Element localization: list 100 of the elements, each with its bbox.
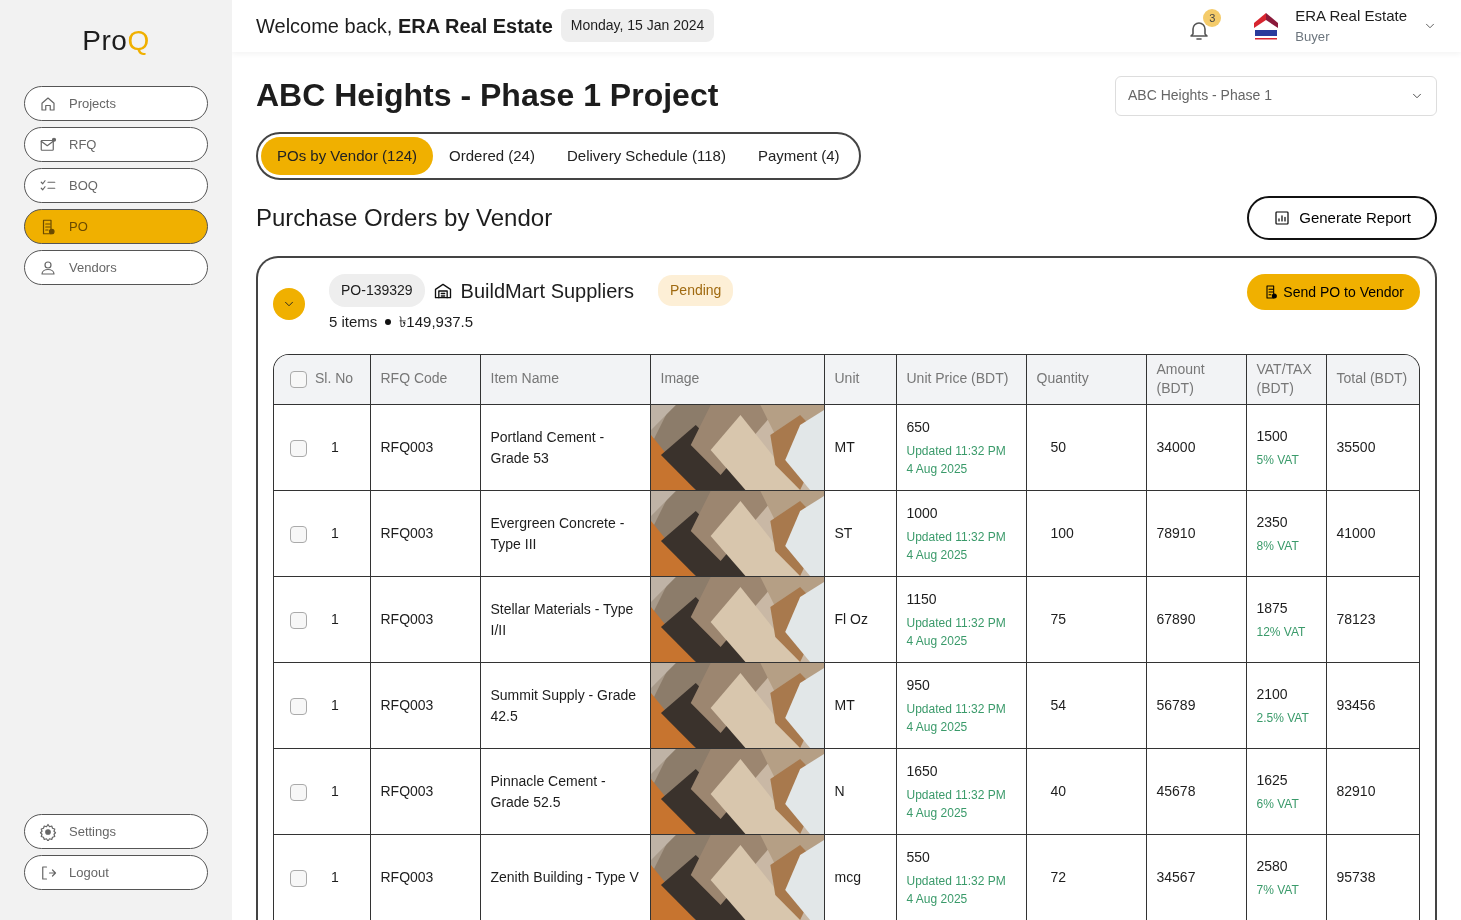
- table-cell: 1: [331, 697, 339, 713]
- table-cell: 72: [1050, 869, 1067, 885]
- tab[interactable]: Ordered (24): [433, 136, 551, 175]
- table-cell-text: 550: [906, 848, 931, 867]
- table-cell-text: 1875: [1256, 599, 1289, 618]
- table-cell-text: 2350: [1256, 513, 1289, 532]
- select-all-checkbox[interactable]: [290, 371, 307, 389]
- column-header: Image: [660, 370, 700, 387]
- row-checkbox[interactable]: [290, 783, 307, 801]
- table-cell: Stellar Materials - Type I/II: [490, 600, 634, 638]
- updated-text: Updated 11:32 PM 4 Aug 2025: [906, 443, 1007, 478]
- table-cell: 1: [331, 439, 339, 455]
- table-cell: 78123: [1336, 611, 1376, 627]
- table-cell-text: 1000: [906, 504, 939, 523]
- sidebar-item[interactable]: Projects: [24, 86, 208, 121]
- table-cell: RFQ003: [380, 439, 434, 455]
- table-cell-text: 1500: [1256, 427, 1289, 446]
- updated-text: Updated 11:32 PM 4 Aug 2025: [906, 701, 1007, 736]
- column-header: RFQ Code: [380, 370, 448, 387]
- table-cell: Portland Cement - Grade 53: [490, 428, 605, 466]
- logout-icon: [39, 863, 57, 882]
- table-cell: RFQ003: [380, 869, 434, 885]
- table-cell: MT: [834, 439, 855, 455]
- table-cell: 56789: [1156, 697, 1196, 713]
- vat-rate-text: 12% VAT: [1256, 624, 1307, 641]
- vat-rate-text: 5% VAT: [1256, 452, 1300, 469]
- row-checkbox[interactable]: [290, 525, 307, 543]
- table-cell: Zenith Building - Type V: [490, 869, 639, 885]
- sidebar-item[interactable]: RFQ: [24, 127, 208, 162]
- page-title: ABC Heights - Phase 1 Project: [256, 76, 719, 115]
- table-cell: 93456: [1336, 697, 1376, 713]
- table-cell: MT: [834, 697, 855, 713]
- updated-text: Updated 11:32 PM 4 Aug 2025: [906, 787, 1007, 822]
- table-cell-text: 650: [906, 418, 931, 437]
- vat-rate-text: 2.5% VAT: [1256, 710, 1310, 727]
- table-cell: RFQ003: [380, 697, 434, 713]
- table-cell: RFQ003: [380, 611, 434, 627]
- row-checkbox[interactable]: [290, 869, 307, 887]
- table-cell: 1: [331, 525, 339, 541]
- table-cell: Evergreen Concrete - Type III: [490, 514, 625, 552]
- tab[interactable]: Payment (4): [741, 136, 856, 175]
- column-header: Unit: [834, 370, 860, 387]
- table-cell: RFQ003: [380, 783, 434, 799]
- table-cell: Summit Supply - Grade 42.5: [490, 686, 636, 724]
- send-po-button[interactable]: Send PO to Vendor: [1247, 274, 1420, 310]
- sidebar-item[interactable]: BOQ: [24, 168, 208, 203]
- table-cell-text: 1150: [906, 590, 938, 609]
- sidebar-item[interactable]: Settings: [24, 814, 208, 849]
- table-cell: 78910: [1156, 525, 1196, 541]
- user-role: Buyer: [1295, 28, 1331, 47]
- table-cell: 95738: [1336, 869, 1376, 885]
- section-title: Purchase Orders by Vendor: [256, 203, 553, 233]
- vat-rate-text: 6% VAT: [1256, 796, 1300, 813]
- sidebar-item[interactable]: PO: [24, 209, 208, 244]
- notification-badge: 3: [1203, 9, 1222, 28]
- tab[interactable]: POs by Vendor (124): [261, 136, 434, 175]
- table-cell: 75: [1050, 611, 1067, 627]
- item-count: 5 items: [329, 312, 378, 332]
- table-cell: 67890: [1156, 611, 1196, 627]
- generate-report-button[interactable]: Generate Report: [1247, 196, 1437, 240]
- sidebar-item[interactable]: Logout: [24, 855, 208, 890]
- status-badge: Pending: [658, 275, 734, 306]
- tab[interactable]: Delivery Schedule (118): [550, 136, 742, 175]
- table-cell: 54: [1050, 697, 1067, 713]
- table-cell-text: 2580: [1256, 857, 1289, 876]
- sidebar-item[interactable]: Vendors: [24, 250, 208, 285]
- table-cell-text: 1625: [1256, 771, 1289, 790]
- row-checkbox[interactable]: [290, 439, 307, 457]
- house-logo-icon: [1253, 10, 1280, 41]
- row-checkbox[interactable]: [290, 697, 307, 715]
- column-header: Unit Price (BDT): [906, 370, 1009, 387]
- column-header: VAT/TAX (BDT): [1256, 360, 1312, 397]
- column-header: Amount (BDT): [1156, 360, 1205, 397]
- table-cell: RFQ003: [380, 525, 434, 541]
- updated-text: Updated 11:32 PM 4 Aug 2025: [906, 615, 1007, 650]
- row-checkbox[interactable]: [290, 611, 307, 629]
- table-cell: 50: [1050, 439, 1067, 455]
- table-cell-text: 2100: [1256, 685, 1289, 704]
- column-header: Total (BDT): [1336, 370, 1408, 387]
- table-cell: ST: [834, 525, 853, 541]
- table-cell: 34000: [1156, 439, 1196, 455]
- column-header: Item Name: [490, 370, 559, 387]
- expand-button[interactable]: [273, 287, 305, 320]
- person-icon: [39, 258, 57, 277]
- welcome-text: Welcome back, ERA Real Estate: [256, 13, 553, 39]
- table-cell: 34567: [1156, 869, 1196, 885]
- table-cell: Fl Oz: [834, 611, 868, 627]
- updated-text: Updated 11:32 PM 4 Aug 2025: [906, 873, 1007, 908]
- user-name: ERA Real Estate: [1295, 5, 1407, 26]
- table-cell: 41000: [1336, 525, 1376, 541]
- project-dropdown[interactable]: ABC Heights - Phase 1: [1115, 75, 1437, 116]
- column-header: Sl. No: [315, 370, 354, 387]
- document-icon: [1263, 284, 1280, 300]
- envelope-icon: [39, 135, 57, 154]
- updated-text: Updated 11:32 PM 4 Aug 2025: [906, 529, 1007, 564]
- table-cell: 1: [331, 611, 339, 627]
- vendor-name: BuildMart Suppliers: [460, 278, 635, 304]
- column-header: Quantity: [1036, 370, 1089, 387]
- notification-button[interactable]: 3: [1187, 9, 1222, 43]
- table-cell-text: 950: [906, 676, 931, 695]
